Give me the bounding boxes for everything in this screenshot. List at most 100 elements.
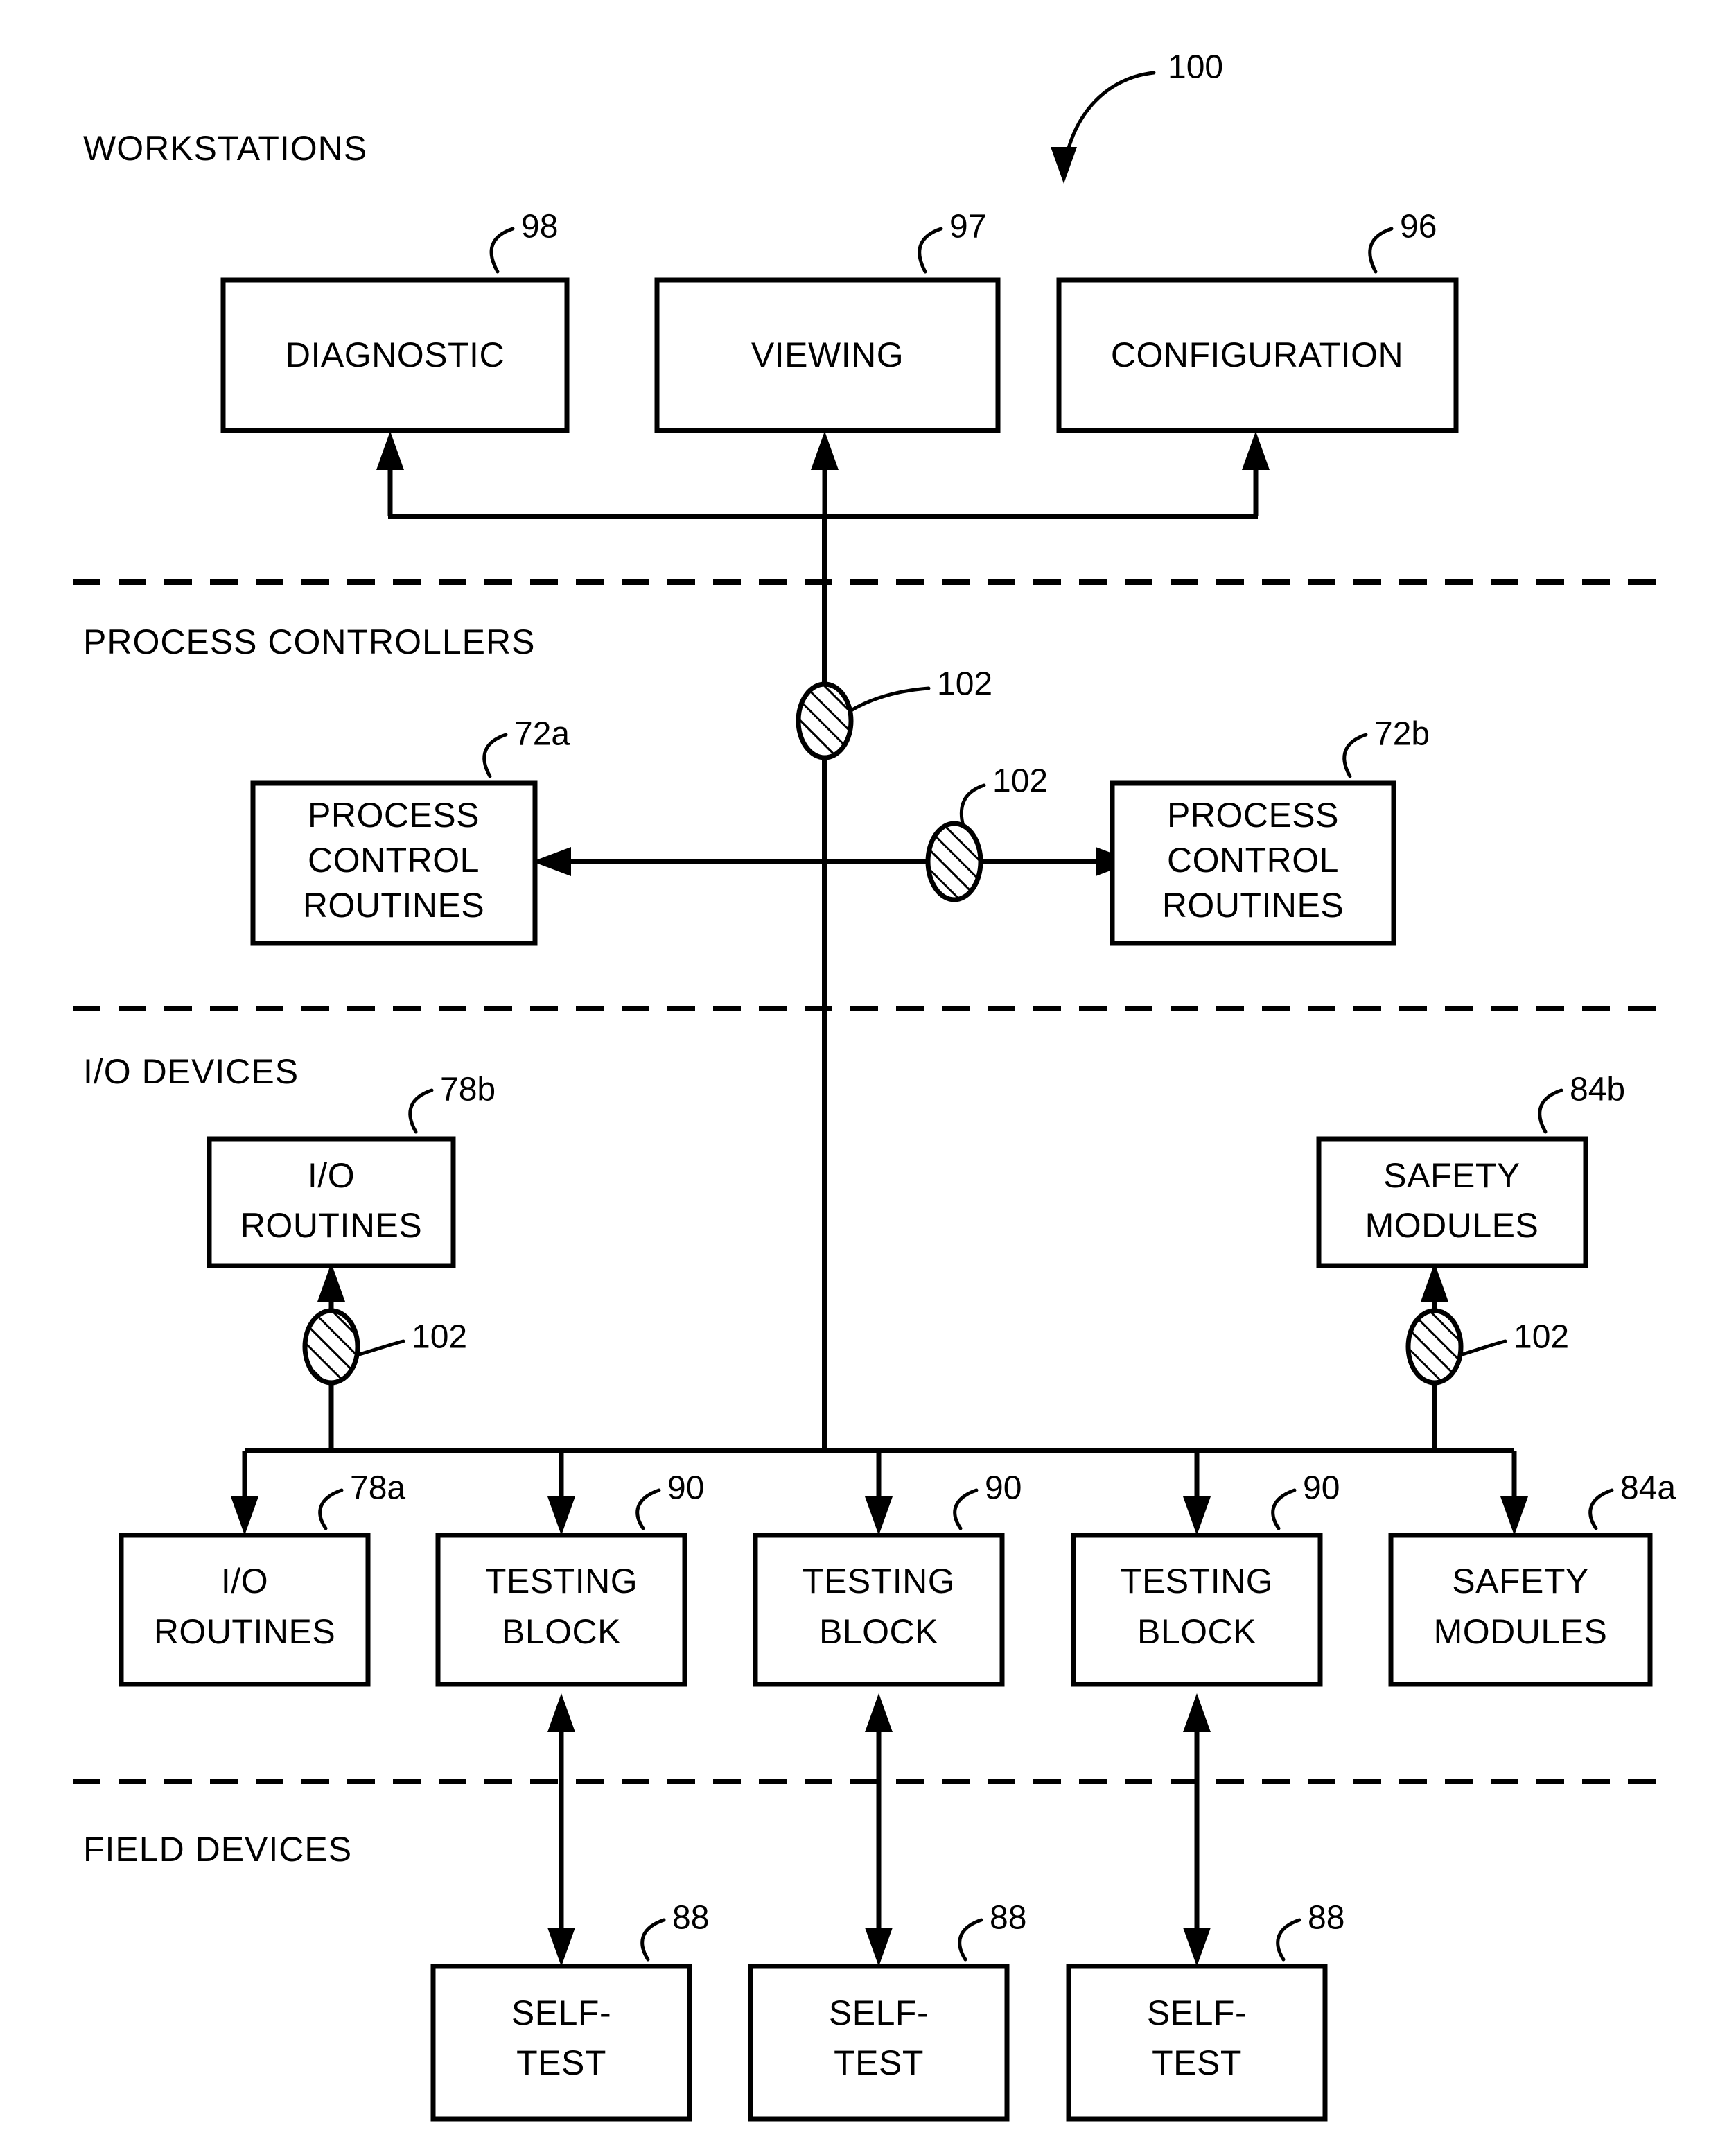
leader-102-io-right [1458, 1339, 1507, 1357]
box-self-test-1[interactable] [430, 1964, 692, 2122]
leader-72a [482, 733, 508, 778]
ref-numeral-102-controller: 102 [992, 763, 1048, 800]
arrowhead-to-io-routines-lower [231, 1496, 258, 1535]
label-pcr-left-line3: ROUTINES [303, 886, 484, 925]
label-viewing: VIEWING [751, 335, 904, 374]
arrowhead-down-selftest-2 [865, 1928, 893, 1966]
ref-numeral-72a: 72a [514, 716, 570, 753]
patent-figure: 100 WORKSTATIONS PROCESS CONTROLLERS I/O… [0, 0, 1736, 2139]
arrowhead-up-selftest-3 [1183, 1693, 1211, 1732]
leader-72b [1342, 733, 1368, 778]
leader-88-2 [958, 1918, 983, 1962]
label-pcr-left-line2: CONTROL [308, 841, 480, 880]
label-pcr-left-line1: PROCESS [308, 796, 480, 835]
leader-88-3 [1276, 1918, 1301, 1962]
leader-78b [408, 1088, 434, 1134]
label-pcr-right-line1: PROCESS [1167, 796, 1339, 835]
label-safety-modules-lower-line2: MODULES [1434, 1612, 1608, 1651]
arrowhead-down-selftest-1 [547, 1928, 575, 1966]
arrowhead-to-viewing [811, 431, 839, 470]
label-safety-modules-upper-line1: SAFETY [1383, 1156, 1520, 1195]
leader-97 [918, 227, 943, 274]
arrowhead-to-configuration [1242, 431, 1270, 470]
leader-88-1 [640, 1918, 666, 1962]
label-io-routines-lower-line2: ROUTINES [154, 1612, 335, 1651]
leader-98 [489, 227, 515, 274]
ref-numeral-88-3: 88 [1308, 1900, 1344, 1937]
arrowhead-to-testing-block-2 [865, 1496, 893, 1535]
arrowhead-to-pcr-left [532, 847, 571, 876]
ref-numeral-84a: 84a [1620, 1470, 1676, 1507]
arrowhead-up-selftest-2 [865, 1693, 893, 1732]
ref-numeral-102-io-left: 102 [412, 1319, 467, 1356]
box-self-test-3[interactable] [1066, 1964, 1328, 2122]
arrowhead-to-diagnostic [376, 431, 404, 470]
bus-node-controller[interactable] [925, 821, 983, 902]
box-testing-block-1[interactable] [435, 1533, 687, 1687]
label-testing-block-2-line2: BLOCK [819, 1612, 938, 1651]
box-testing-block-2[interactable] [753, 1533, 1005, 1687]
arrowhead-to-testing-block-1 [547, 1496, 575, 1535]
leader-102-workstation [849, 686, 931, 713]
label-self-test-1-line2: TEST [516, 2043, 606, 2082]
arrowhead-to-io-routines-upper [317, 1263, 345, 1302]
label-diagnostic: DIAGNOSTIC [286, 335, 505, 374]
label-self-test-3-line1: SELF- [1147, 1993, 1247, 2032]
ref-numeral-78a: 78a [350, 1470, 405, 1507]
leader-90-1 [635, 1488, 661, 1530]
section-title-io-devices: I/O DEVICES [83, 1052, 299, 1091]
ref-numeral-90-3: 90 [1303, 1470, 1340, 1507]
ref-numeral-100: 100 [1168, 49, 1223, 86]
label-testing-block-1-line1: TESTING [485, 1562, 638, 1600]
box-testing-block-3[interactable] [1071, 1533, 1323, 1687]
bus-node-workstation[interactable] [796, 681, 854, 760]
ref-numeral-102-io-right: 102 [1514, 1319, 1569, 1356]
leader-102-controller [959, 783, 986, 828]
ref-numeral-88-2: 88 [990, 1900, 1026, 1937]
bus-node-io-right[interactable] [1405, 1308, 1464, 1386]
label-self-test-3-line2: TEST [1152, 2043, 1242, 2082]
figure-canvas: 100 WORKSTATIONS PROCESS CONTROLLERS I/O… [73, 49, 1676, 2122]
section-title-field-devices: FIELD DEVICES [83, 1830, 352, 1869]
figure-reference-leader [1062, 71, 1156, 172]
ref-numeral-90-2: 90 [985, 1470, 1022, 1507]
leader-84a [1588, 1488, 1614, 1530]
ref-numeral-88-1: 88 [672, 1900, 709, 1937]
leader-90-2 [953, 1488, 979, 1530]
label-testing-block-3-line1: TESTING [1121, 1562, 1273, 1600]
section-title-workstations: WORKSTATIONS [83, 129, 367, 168]
leader-84b [1538, 1088, 1563, 1134]
label-testing-block-3-line2: BLOCK [1137, 1612, 1256, 1651]
box-self-test-2[interactable] [748, 1964, 1010, 2122]
label-safety-modules-lower-line1: SAFETY [1452, 1562, 1588, 1600]
ref-numeral-84b: 84b [1570, 1072, 1625, 1108]
arrowhead-to-safety-modules-upper [1421, 1263, 1448, 1302]
label-testing-block-2-line1: TESTING [803, 1562, 955, 1600]
bus-node-io-left[interactable] [302, 1308, 360, 1386]
arrowhead-to-safety-modules-lower [1500, 1496, 1528, 1535]
ref-numeral-72b: 72b [1374, 716, 1430, 753]
label-configuration: CONFIGURATION [1111, 335, 1403, 374]
ref-numeral-96: 96 [1400, 209, 1437, 245]
box-safety-modules-lower[interactable] [1388, 1533, 1653, 1687]
arrowhead-down-selftest-3 [1183, 1928, 1211, 1966]
ref-numeral-102-workstation: 102 [937, 666, 992, 703]
box-io-routines-lower[interactable] [119, 1533, 371, 1687]
leader-96 [1368, 227, 1394, 274]
label-pcr-right-line2: CONTROL [1167, 841, 1339, 880]
ref-numeral-90-1: 90 [667, 1470, 704, 1507]
label-testing-block-1-line2: BLOCK [502, 1612, 621, 1651]
ref-numeral-97: 97 [949, 209, 986, 245]
section-title-process-controllers: PROCESS CONTROLLERS [83, 622, 535, 661]
label-self-test-1-line1: SELF- [511, 1993, 611, 2032]
ref-numeral-98: 98 [521, 209, 558, 245]
leader-102-io-left [355, 1339, 405, 1357]
leader-90-3 [1271, 1488, 1297, 1530]
arrowhead-up-selftest-1 [547, 1693, 575, 1732]
label-io-routines-upper-line1: I/O [308, 1156, 355, 1195]
label-io-routines-upper-line2: ROUTINES [240, 1206, 422, 1245]
ref-numeral-78b: 78b [440, 1072, 496, 1108]
arrowhead-to-testing-block-3 [1183, 1496, 1211, 1535]
label-self-test-2-line1: SELF- [829, 1993, 929, 2032]
leader-78a [318, 1488, 344, 1530]
